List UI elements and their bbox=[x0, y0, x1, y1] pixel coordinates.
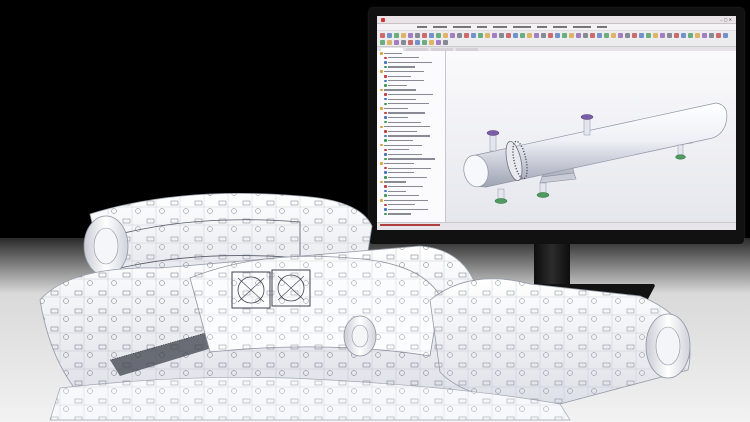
scene: – ▢ ✕ bbox=[0, 0, 750, 422]
blueprint-roll-right bbox=[429, 278, 691, 405]
blueprint-roll-small bbox=[343, 315, 377, 357]
blueprint-roll-left bbox=[83, 215, 129, 277]
blueprint-rolls bbox=[39, 192, 691, 421]
blueprint-sheet-center bbox=[189, 255, 441, 357]
